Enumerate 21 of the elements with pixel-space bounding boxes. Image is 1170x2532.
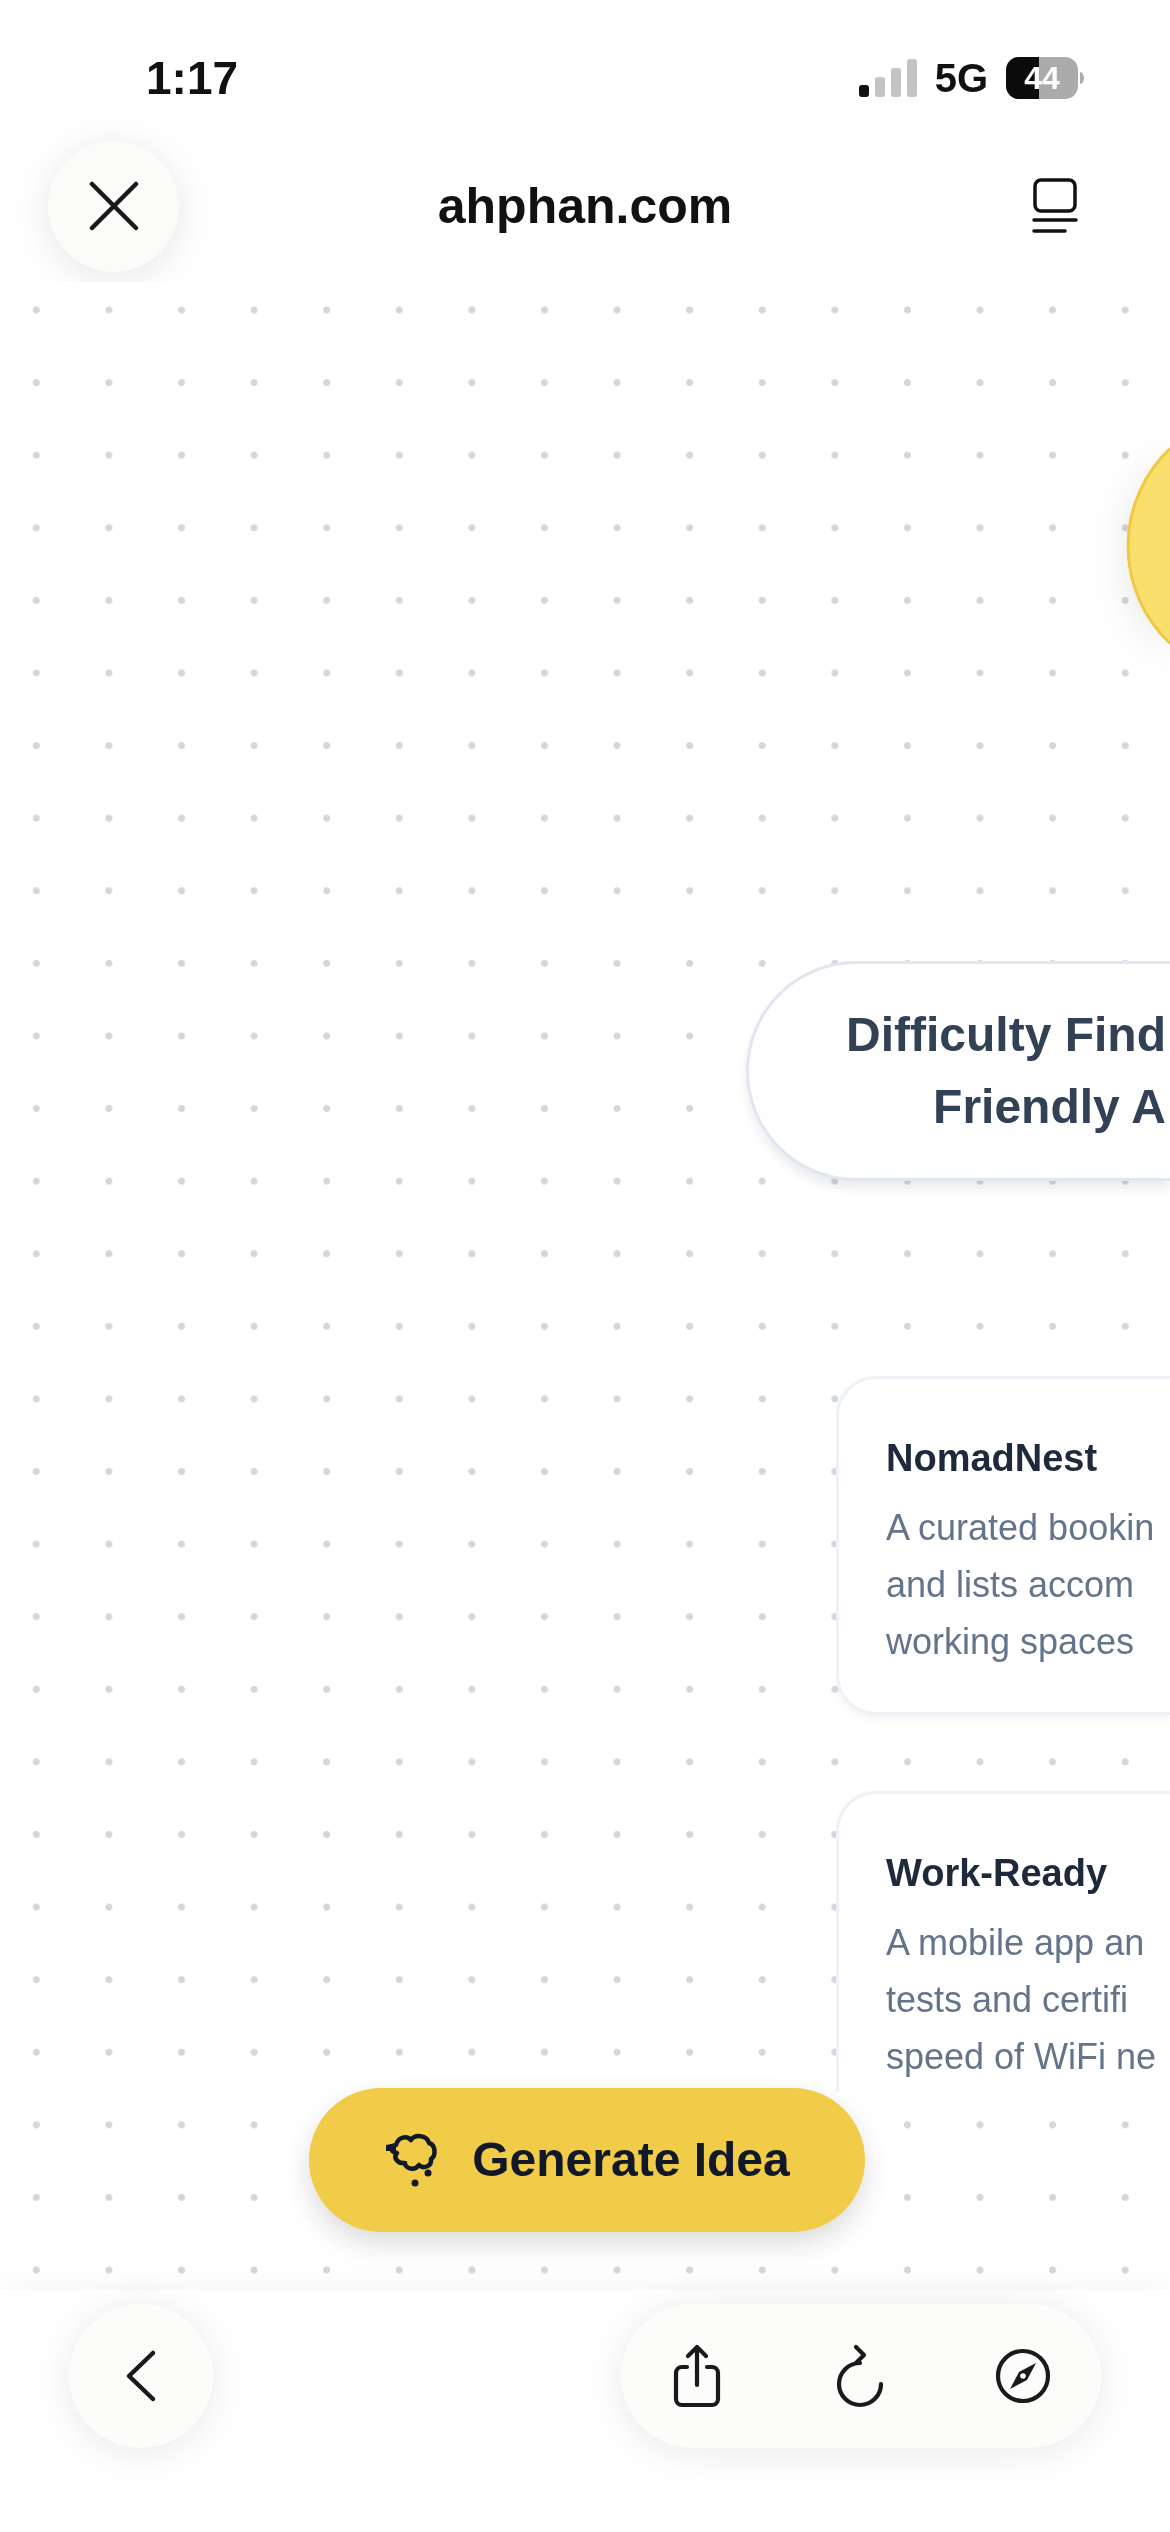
generate-idea-button[interactable]: Generate Idea [309,2088,865,2232]
topic-node[interactable]: Difficulty Find Friendly A [746,961,1170,1181]
tabs-button[interactable] [1032,178,1078,234]
network-type: 5G [934,58,988,98]
idea-card-title: Work-Ready [886,1851,1109,1896]
back-chevron-icon [125,2349,157,2403]
signal-icon [858,59,917,97]
tabs-icon [1032,178,1078,234]
idea-card-description: A curated bookin and lists accom working spaces [886,1506,1156,1664]
node-label: Difficulty Find Friendly A [845,1007,1167,1135]
close-icon [88,181,139,231]
battery-tip-icon [1080,72,1084,84]
idea-card-description: A mobile app an tests and certifi speed of WiFi ne [886,1921,1158,2079]
idea-card-title: NomadNest [886,1436,1099,1481]
idea-card[interactable]: NomadNest A curated bookin and lists accom working spaces [836,1376,1170,1715]
compass-icon [995,2348,1051,2404]
status-time: 1:17 [146,55,239,101]
idea-card[interactable]: Work-Ready A mobile app an tests and certifi speed of WiFi ne [836,1791,1170,2092]
page-title: ahphan.com [437,181,733,231]
compass-button[interactable] [995,2348,1051,2404]
thought-cloud-icon [384,2131,439,2189]
